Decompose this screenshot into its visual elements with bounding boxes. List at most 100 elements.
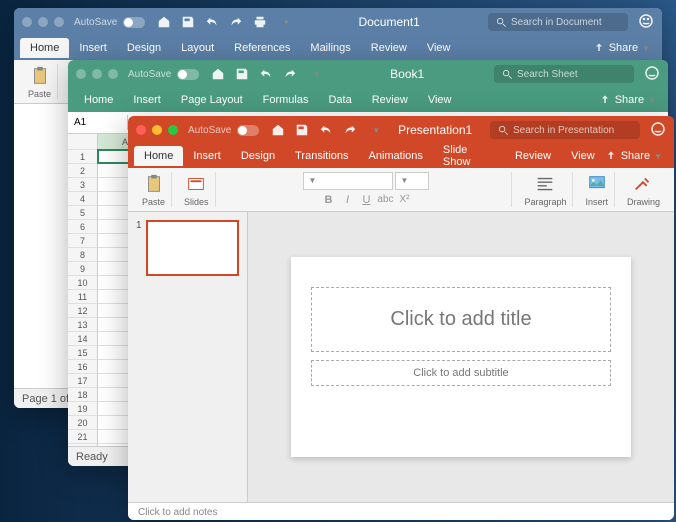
qat-customize-icon[interactable]: ▼ xyxy=(372,126,380,135)
undo-icon[interactable] xyxy=(259,67,273,81)
redo-icon[interactable] xyxy=(229,15,243,29)
tab-insert[interactable]: Insert xyxy=(69,38,117,58)
slide-canvas[interactable]: Click to add title Click to add subtitle xyxy=(291,257,631,457)
superscript-button[interactable]: X² xyxy=(395,192,413,208)
maximize-icon[interactable] xyxy=(168,125,178,135)
tab-references[interactable]: References xyxy=(224,38,300,58)
save-icon[interactable] xyxy=(295,123,309,137)
tab-slide-show[interactable]: Slide Show xyxy=(433,140,505,172)
tab-view[interactable]: View xyxy=(418,90,462,110)
tab-review[interactable]: Review xyxy=(505,146,561,166)
tab-review[interactable]: Review xyxy=(362,90,418,110)
insert-icon[interactable] xyxy=(586,173,608,195)
row-header[interactable]: 8 xyxy=(68,248,97,262)
name-box[interactable]: A1 xyxy=(68,115,128,130)
home-icon[interactable] xyxy=(271,123,285,137)
share-button[interactable]: Share▼ xyxy=(599,94,662,106)
paste-icon[interactable] xyxy=(143,173,165,195)
row-header[interactable]: 11 xyxy=(68,290,97,304)
underline-button[interactable]: U xyxy=(357,192,375,208)
row-header[interactable]: 10 xyxy=(68,276,97,290)
share-button[interactable]: Share▼ xyxy=(593,42,656,54)
print-icon[interactable] xyxy=(253,15,267,29)
search-box[interactable]: Search in Document xyxy=(488,13,628,31)
row-header[interactable]: 21 xyxy=(68,430,97,444)
tab-home[interactable]: Home xyxy=(134,146,183,166)
close-icon[interactable] xyxy=(22,17,32,27)
tab-mailings[interactable]: Mailings xyxy=(300,38,360,58)
tab-insert[interactable]: Insert xyxy=(123,90,171,110)
tab-design[interactable]: Design xyxy=(117,38,171,58)
tab-animations[interactable]: Animations xyxy=(359,146,433,166)
row-header[interactable]: 20 xyxy=(68,416,97,430)
drawing-icon[interactable] xyxy=(632,173,654,195)
maximize-icon[interactable] xyxy=(54,17,64,27)
row-header[interactable]: 12 xyxy=(68,304,97,318)
tab-home[interactable]: Home xyxy=(74,90,123,110)
row-header[interactable]: 6 xyxy=(68,220,97,234)
share-button[interactable]: Share▼ xyxy=(605,150,668,162)
tab-insert[interactable]: Insert xyxy=(183,146,231,166)
row-header[interactable]: 7 xyxy=(68,234,97,248)
maximize-icon[interactable] xyxy=(108,69,118,79)
close-icon[interactable] xyxy=(136,125,146,135)
feedback-icon[interactable] xyxy=(650,121,666,140)
row-header[interactable]: 2 xyxy=(68,164,97,178)
search-box[interactable]: Search in Presentation xyxy=(490,121,640,139)
undo-icon[interactable] xyxy=(205,15,219,29)
tab-layout[interactable]: Layout xyxy=(171,38,224,58)
redo-icon[interactable] xyxy=(343,123,357,137)
tab-transitions[interactable]: Transitions xyxy=(285,146,358,166)
minimize-icon[interactable] xyxy=(152,125,162,135)
row-header[interactable]: 19 xyxy=(68,402,97,416)
feedback-icon[interactable] xyxy=(638,13,654,32)
search-box[interactable]: Search Sheet xyxy=(494,65,634,83)
row-header[interactable]: 16 xyxy=(68,360,97,374)
tab-page-layout[interactable]: Page Layout xyxy=(171,90,253,110)
row-header[interactable]: 13 xyxy=(68,318,97,332)
row-header[interactable]: 1 xyxy=(68,150,97,164)
minimize-icon[interactable] xyxy=(92,69,102,79)
row-header[interactable]: 17 xyxy=(68,374,97,388)
tab-data[interactable]: Data xyxy=(318,90,361,110)
home-icon[interactable] xyxy=(157,15,171,29)
row-header[interactable]: 4 xyxy=(68,192,97,206)
font-name-combo[interactable]: ▼ xyxy=(303,172,393,190)
slide-thumbnail[interactable]: 1 xyxy=(136,220,239,276)
save-icon[interactable] xyxy=(181,15,195,29)
feedback-icon[interactable] xyxy=(644,65,660,84)
row-header[interactable]: 15 xyxy=(68,346,97,360)
row-header[interactable]: 5 xyxy=(68,206,97,220)
autosave-toggle[interactable] xyxy=(123,17,145,28)
row-header[interactable]: 18 xyxy=(68,388,97,402)
tab-design[interactable]: Design xyxy=(231,146,285,166)
home-icon[interactable] xyxy=(211,67,225,81)
save-icon[interactable] xyxy=(235,67,249,81)
notes-pane[interactable]: Click to add notes xyxy=(128,502,674,520)
undo-icon[interactable] xyxy=(319,123,333,137)
row-header[interactable]: 3 xyxy=(68,178,97,192)
subtitle-placeholder[interactable]: Click to add subtitle xyxy=(311,360,611,386)
qat-customize-icon[interactable]: ▼ xyxy=(312,70,320,79)
row-header[interactable]: 14 xyxy=(68,332,97,346)
title-placeholder[interactable]: Click to add title xyxy=(311,287,611,352)
tab-home[interactable]: Home xyxy=(20,38,69,58)
paste-icon[interactable] xyxy=(29,65,51,87)
paragraph-icon[interactable] xyxy=(534,173,556,195)
bold-button[interactable]: B xyxy=(319,192,337,208)
italic-button[interactable]: I xyxy=(338,192,356,208)
autosave-toggle[interactable] xyxy=(237,125,259,136)
font-size-combo[interactable]: ▼ xyxy=(395,172,429,190)
autosave-toggle[interactable] xyxy=(177,69,199,80)
strike-button[interactable]: abc xyxy=(376,192,394,208)
qat-customize-icon[interactable]: ▼ xyxy=(282,18,290,27)
tab-review[interactable]: Review xyxy=(361,38,417,58)
new-slide-icon[interactable] xyxy=(185,173,207,195)
tab-view[interactable]: View xyxy=(561,146,605,166)
row-header[interactable]: 9 xyxy=(68,262,97,276)
tab-formulas[interactable]: Formulas xyxy=(253,90,319,110)
redo-icon[interactable] xyxy=(283,67,297,81)
tab-view[interactable]: View xyxy=(417,38,461,58)
close-icon[interactable] xyxy=(76,69,86,79)
minimize-icon[interactable] xyxy=(38,17,48,27)
